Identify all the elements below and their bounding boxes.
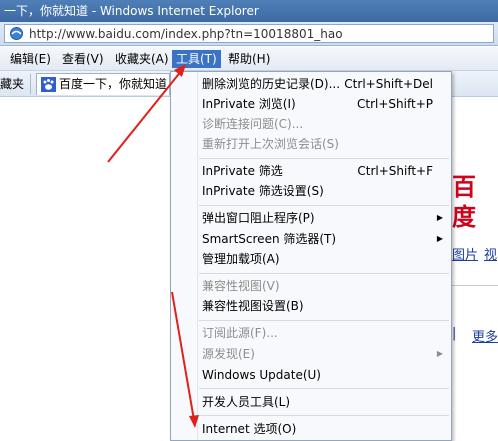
menu-item-label: 删除浏览的历史记录(D)... [202,77,341,91]
menu-item-reopen-session[interactable]: 重新打开上次浏览会话(S) [171,134,451,154]
menu-item-label: SmartScreen 筛选器(T) [202,232,337,246]
menu-item-label: InPrivate 筛选 [202,164,283,178]
menu-view[interactable]: 查看(V) [58,50,108,68]
menu-item-label: 重新打开上次浏览会话(S) [202,137,339,151]
menu-item-shortcut: Ctrl+Shift+P [357,97,433,111]
menu-item-label: InPrivate 浏览(I) [202,97,296,111]
menu-item-shortcut: Ctrl+Shift+F [357,164,433,178]
menu-item-compat-view[interactable]: 兼容性视图(V) [171,276,451,296]
menu-edit[interactable]: 编辑(E) [6,50,55,68]
ie-page-icon [10,27,23,40]
menu-separator [199,320,449,321]
link-images[interactable]: 图片 [452,244,478,263]
baidu-logo-fragment: 百度 [452,173,476,231]
menu-item-delete-history[interactable]: 删除浏览的历史记录(D)... Ctrl+Shift+Del [171,74,451,94]
link-video[interactable]: 视 [484,244,497,263]
menu-item-internet-options[interactable]: Internet 选项(O) [171,419,451,439]
menu-item-label: 兼容性视图(V) [202,279,280,293]
tab-title: 百度一下，你就知道 [59,77,168,91]
link-separator: | [452,326,457,341]
favorites-divider [30,74,31,94]
menu-item-subscribe-feed[interactable]: 订阅此源(F)... [171,323,451,343]
menu-item-label: 兼容性视图设置(B) [202,299,304,313]
menu-item-label: Internet 选项(O) [202,422,297,436]
menu-item-windows-update[interactable]: Windows Update(U) [171,365,451,385]
menu-help[interactable]: 帮助(H) [224,50,274,68]
menu-tools[interactable]: 工具(T) [172,50,221,68]
menu-item-popup-blocker[interactable]: 弹出窗口阻止程序(P) ▶ [171,208,451,228]
window-title-bar: 一下，你就知道 - Windows Internet Explorer [0,0,498,22]
menu-separator [199,273,449,274]
menu-item-developer-tools[interactable]: 开发人员工具(L) [171,392,451,412]
menu-separator [199,205,449,206]
browser-tab[interactable]: 百度一下，你就知道 [36,73,170,95]
menu-item-smartscreen-filter[interactable]: SmartScreen 筛选器(T) ▶ [171,229,451,249]
link-more[interactable]: 更多 [472,326,498,345]
address-url: http://www.baidu.com/index.php?tn=100188… [29,27,343,41]
menu-item-label: 弹出窗口阻止程序(P) [202,211,315,225]
menu-separator [199,415,449,416]
menu-item-label: 诊断连接问题(C)... [202,117,304,131]
menu-separator [199,388,449,389]
menu-item-compat-view-settings[interactable]: 兼容性视图设置(B) [171,296,451,316]
menu-bar: 编辑(E) 查看(V) 收藏夹(A) 工具(T) 帮助(H) [0,47,498,71]
address-input[interactable]: http://www.baidu.com/index.php?tn=100188… [4,24,494,43]
menu-item-manage-addons[interactable]: 管理加载项(A) [171,249,451,269]
page-divider [452,285,498,286]
submenu-arrow-icon: ▶ [436,349,443,358]
menu-item-shortcut: Ctrl+Shift+Del [344,77,433,91]
menu-item-label: 管理加载项(A) [202,252,280,266]
baidu-paw-icon [41,77,56,92]
menu-item-inprivate-browsing[interactable]: InPrivate 浏览(I) Ctrl+Shift+P [171,94,451,114]
menu-item-inprivate-filter-settings[interactable]: InPrivate 筛选设置(S) [171,181,451,201]
menu-item-label: 订阅此源(F)... [202,326,278,340]
menu-item-diagnose-connection[interactable]: 诊断连接问题(C)... [171,114,451,134]
menu-item-label: 开发人员工具(L) [202,395,291,409]
address-bar: http://www.baidu.com/index.php?tn=100188… [0,22,498,46]
menu-favorites[interactable]: 收藏夹(A) [111,50,173,68]
window-title: 一下，你就知道 - Windows Internet Explorer [4,4,259,18]
favorites-button[interactable]: 藏夹 [0,76,24,92]
menu-item-inprivate-filter[interactable]: InPrivate 筛选 Ctrl+Shift+F [171,161,451,181]
menu-item-label: InPrivate 筛选设置(S) [202,184,324,198]
menu-item-label: 源发现(E) [202,347,255,361]
menu-separator [199,158,449,159]
menu-item-feed-discovery[interactable]: 源发现(E) ▶ [171,344,451,364]
submenu-arrow-icon: ▶ [436,234,443,243]
tools-dropdown-menu: 删除浏览的历史记录(D)... Ctrl+Shift+Del InPrivate… [170,71,452,441]
menu-item-label: Windows Update(U) [202,368,321,382]
submenu-arrow-icon: ▶ [436,213,443,222]
